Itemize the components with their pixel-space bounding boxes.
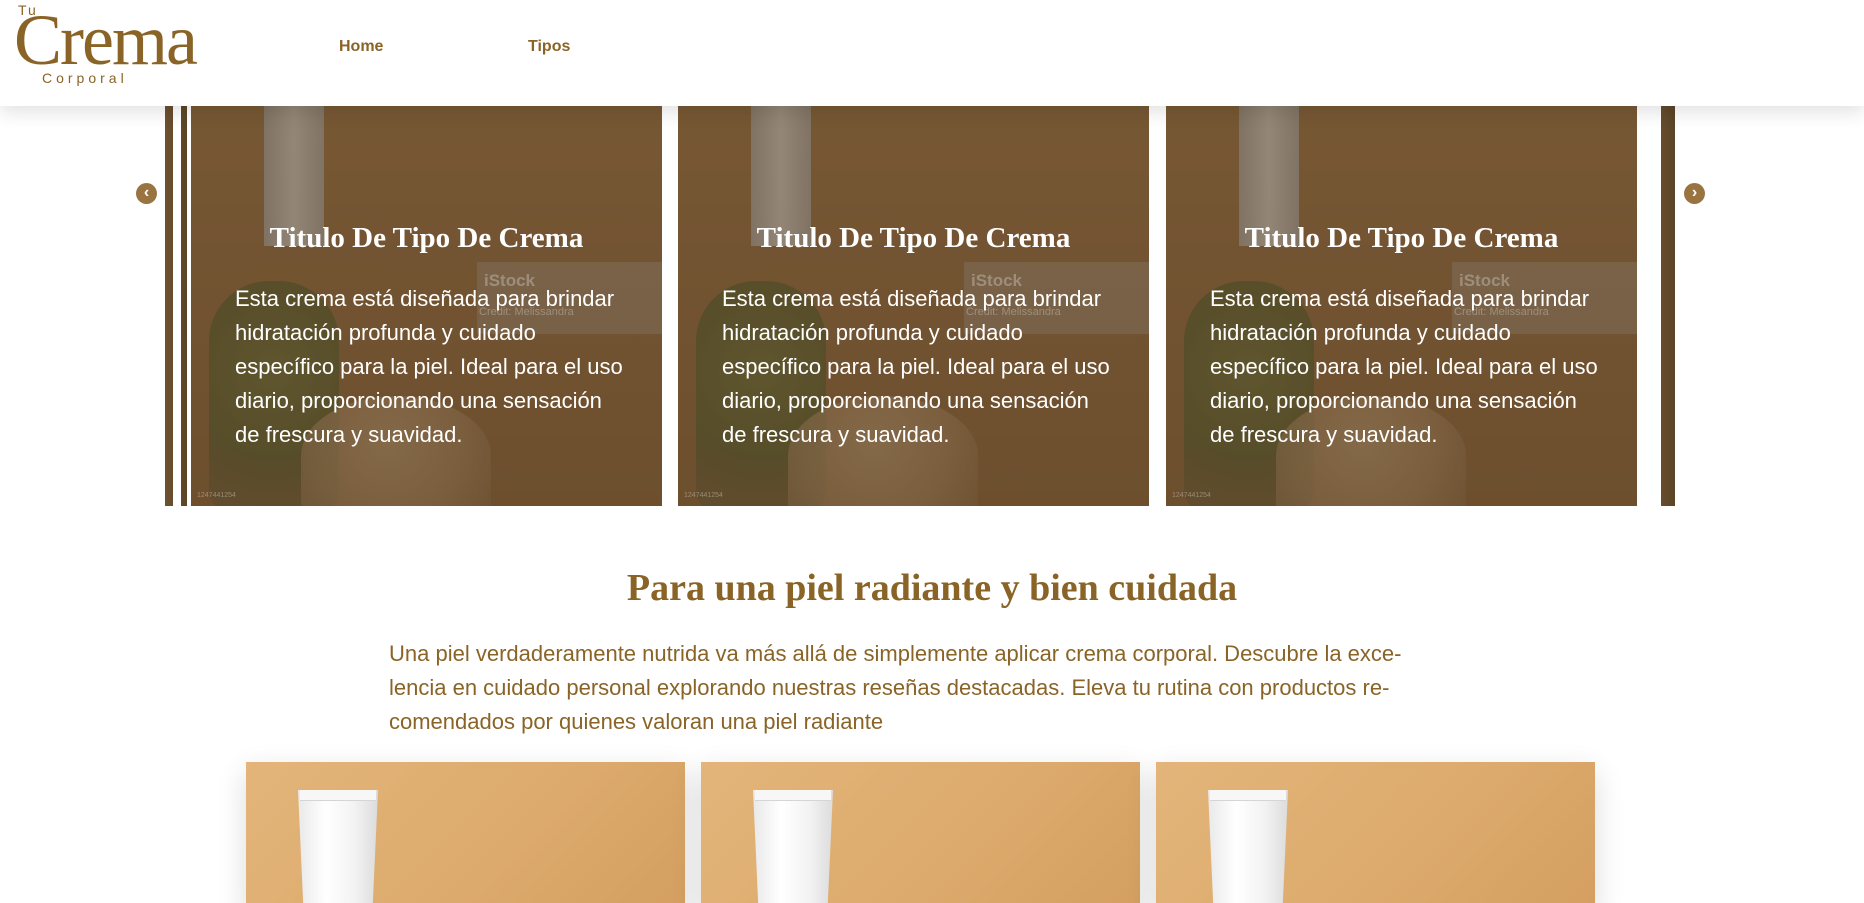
carousel-slide[interactable]: iStock Credit: Melissandra 1247441254 Ti… (191, 106, 662, 506)
carousel-prev-button[interactable]: ‹ (136, 183, 157, 204)
carousel-partial-slide-right[interactable] (1653, 106, 1675, 506)
cream-tube-image (1208, 790, 1288, 903)
section-title: Para una piel radiante y bien cuidada (626, 567, 1238, 609)
cream-tube-image (753, 790, 833, 903)
slide-title: Titulo De Tipo De Crema (756, 222, 1071, 254)
carousel-next-button[interactable]: › (1684, 183, 1705, 204)
section-description: Una piel verdaderamente nutrida va más a… (389, 641, 1402, 734)
logo[interactable]: Tu Crema Corporal (14, 2, 234, 88)
carousel: iStock Credit: Melissandra 1247441254 Ti… (0, 106, 1864, 508)
nav-home[interactable]: Home (339, 38, 383, 56)
slide-description: Esta crema está diseñada para brindar hi… (722, 286, 1110, 447)
site-header: Tu Crema Corporal Home Tipos (0, 0, 1864, 106)
product-card[interactable] (246, 762, 685, 903)
chevron-right-icon: › (1691, 184, 1698, 201)
slide-title: Titulo De Tipo De Crema (269, 222, 584, 254)
carousel-slide[interactable]: iStock Credit: Melissandra 1247441254 Ti… (1166, 106, 1637, 506)
slide-title: Titulo De Tipo De Crema (1244, 222, 1559, 254)
nav-tipos[interactable]: Tipos (528, 38, 570, 56)
slide-description: Esta crema está diseñada para brindar hi… (235, 286, 623, 447)
product-card[interactable] (1156, 762, 1595, 903)
cream-tube-image (298, 790, 378, 903)
chevron-left-icon: ‹ (143, 184, 150, 201)
logo-main-text: Crema (14, 0, 198, 80)
product-card[interactable] (701, 762, 1140, 903)
carousel-partial-slide-left[interactable] (165, 106, 187, 506)
logo-bottom-text: Corporal (42, 70, 128, 86)
carousel-slide[interactable]: iStock Credit: Melissandra 1247441254 Ti… (678, 106, 1149, 506)
slide-description: Esta crema está diseñada para brindar hi… (1210, 286, 1598, 447)
